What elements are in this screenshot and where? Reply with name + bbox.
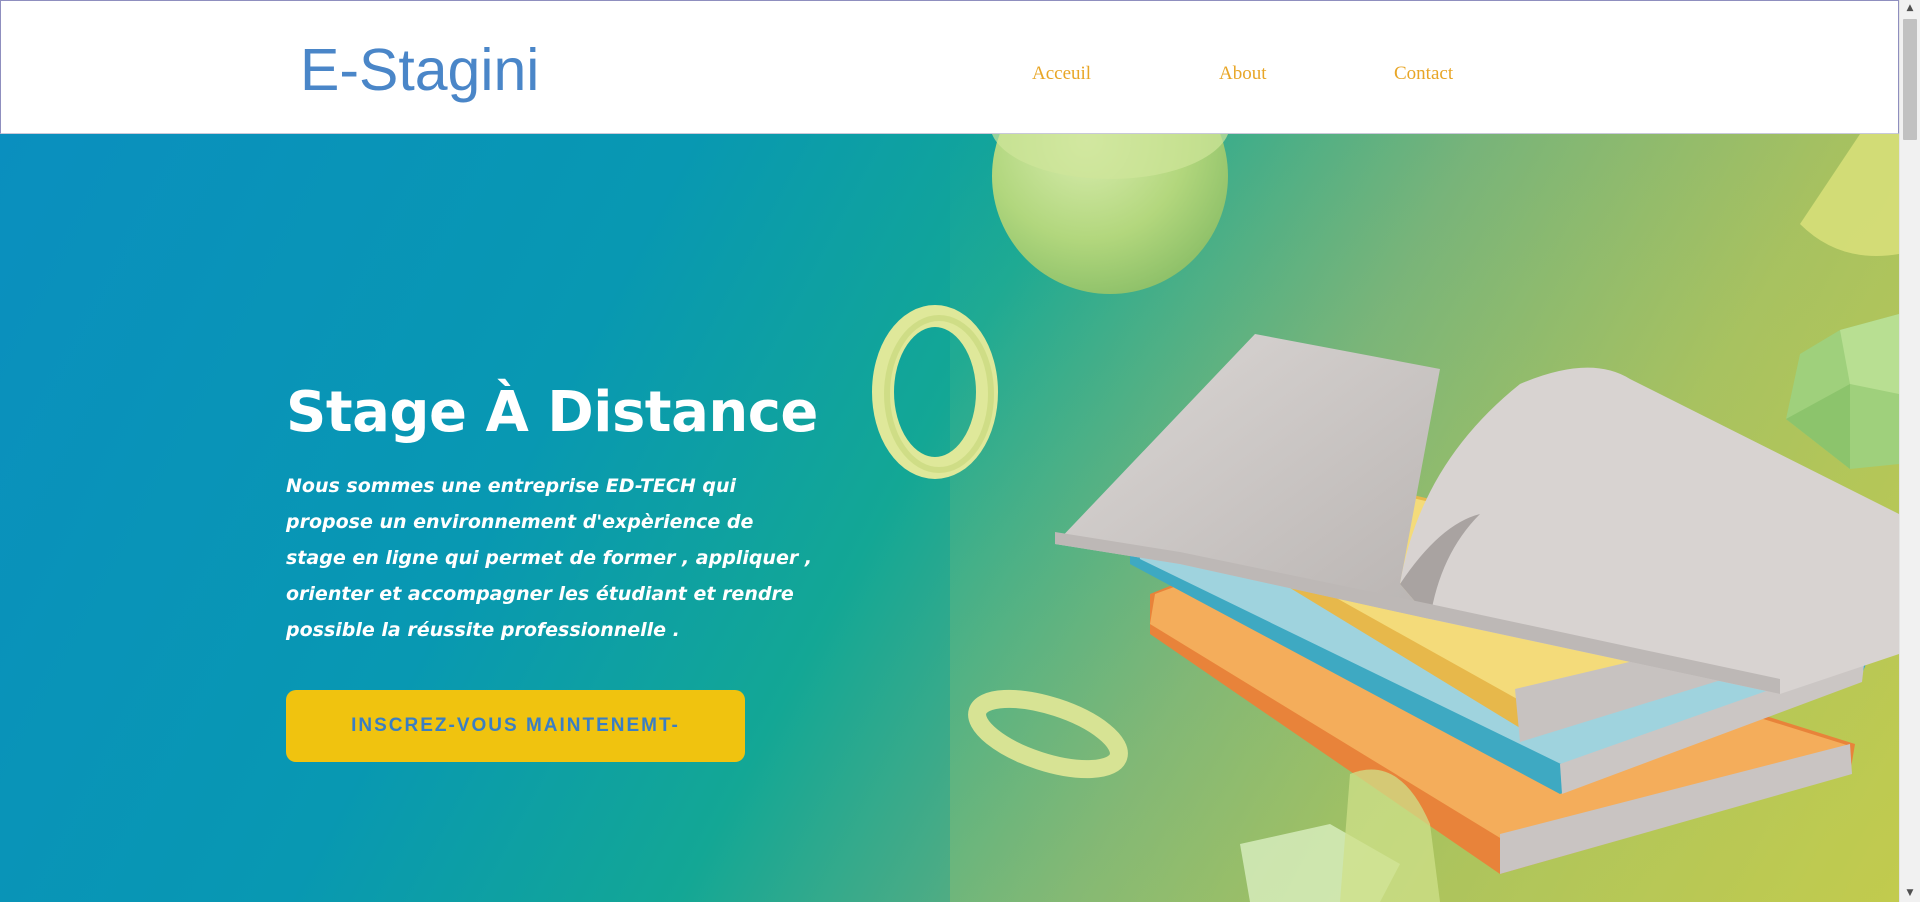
page: E-Stagini Acceuil About Contact Stage À …: [0, 0, 1899, 902]
hero-section: Stage À Distance Nous sommes une entrepr…: [0, 134, 1899, 902]
triangle-down-icon[interactable]: ▼: [1900, 885, 1920, 902]
hero-illustration: [872, 134, 1899, 902]
site-header: E-Stagini Acceuil About Contact: [0, 0, 1899, 134]
hero-description: Nous sommes une entreprise ED-TECH qui p…: [286, 475, 813, 641]
nav-link-acceuil[interactable]: Acceuil: [1032, 59, 1091, 89]
triangle-up-icon[interactable]: ▲: [1900, 0, 1920, 17]
nav-link-about[interactable]: About: [1219, 59, 1267, 89]
signup-button[interactable]: INSCREZ-VOUS MAINTENEMT-: [286, 690, 745, 762]
nav-link-contact[interactable]: Contact: [1394, 59, 1453, 89]
scrollbar-thumb[interactable]: [1903, 19, 1917, 140]
main-nav: Acceuil About Contact: [1, 59, 1898, 89]
hero-title: Stage À Distance: [286, 380, 818, 445]
vertical-scrollbar[interactable]: ▲ ▼: [1899, 0, 1920, 902]
